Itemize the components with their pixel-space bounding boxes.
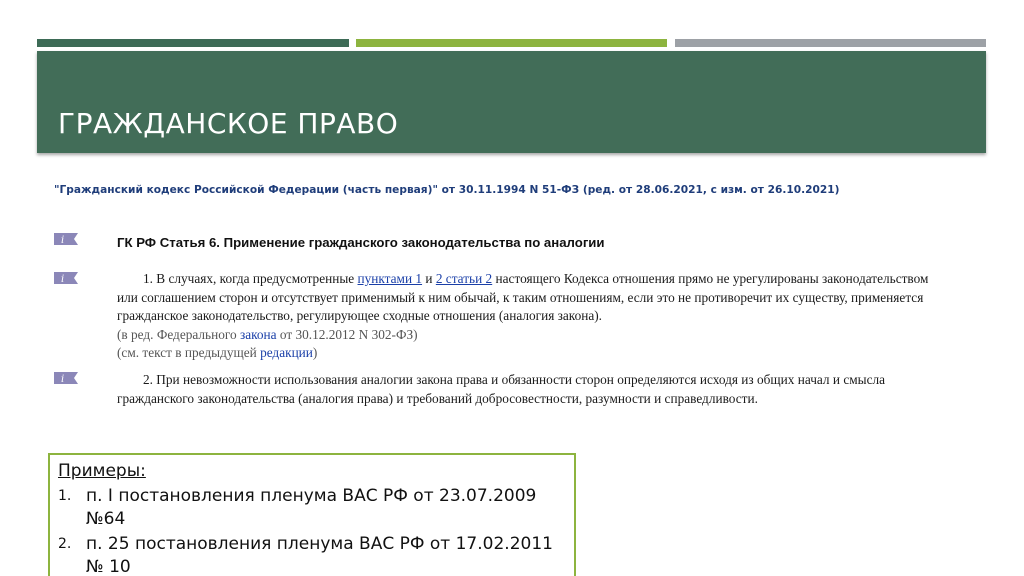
info-flag-icon: i [54,272,78,284]
para1-text-pre: 1. В случаях, когда предусмотренные [143,271,358,286]
para2-text: 2. При невозможности использования анало… [117,372,886,406]
info-flag-icon: i [54,233,78,245]
article-heading: ГК РФ Статья 6. Применение гражданского … [117,235,605,250]
link-punkty-1[interactable]: пунктами 1 [358,271,423,286]
slide-title: ГРАЖДАНСКОЕ ПРАВО [58,107,399,140]
list-item: 1. п. I постановления пленума ВАС РФ от … [58,485,566,531]
link-statya-2[interactable]: 2 статьи 2 [436,271,492,286]
svg-text:i: i [61,235,64,245]
svg-text:i: i [61,274,64,284]
article-paragraph-2: 2. При невозможности использования анало… [117,371,937,408]
title-banner: ГРАЖДАНСКОЕ ПРАВО [37,51,986,153]
link-redaktsii[interactable]: редакции [260,345,313,360]
list-item-text: п. I постановления пленума ВАС РФ от 23.… [86,486,537,529]
examples-title: Примеры: [58,461,146,481]
previous-edition-note: (см. текст в предыдущей редакции) [117,345,318,360]
article-paragraph-1: 1. В случаях, когда предусмотренные пунк… [117,270,937,363]
link-zakon[interactable]: закона [240,327,277,342]
svg-text:i: i [61,374,64,384]
header-stripe-dark-green [37,39,349,47]
examples-box: Примеры: 1. п. I постановления пленума В… [48,453,576,576]
edition-note: (в ред. Федерального закона от 30.12.201… [117,326,418,342]
list-item-number: 1. [58,488,72,504]
list-item-text: п. 25 постановления пленума ВАС РФ от 17… [86,534,553,576]
header-stripe-light-green [356,39,667,47]
list-item: 2. п. 25 постановления пленума ВАС РФ от… [58,533,566,576]
header-stripe-gray [675,39,986,47]
para1-text-mid: и [422,271,436,286]
examples-list: 1. п. I постановления пленума ВАС РФ от … [58,485,566,576]
list-item-number: 2. [58,536,72,552]
source-citation: "Гражданский кодекс Российской Федерации… [54,184,840,196]
info-flag-icon: i [54,372,78,384]
